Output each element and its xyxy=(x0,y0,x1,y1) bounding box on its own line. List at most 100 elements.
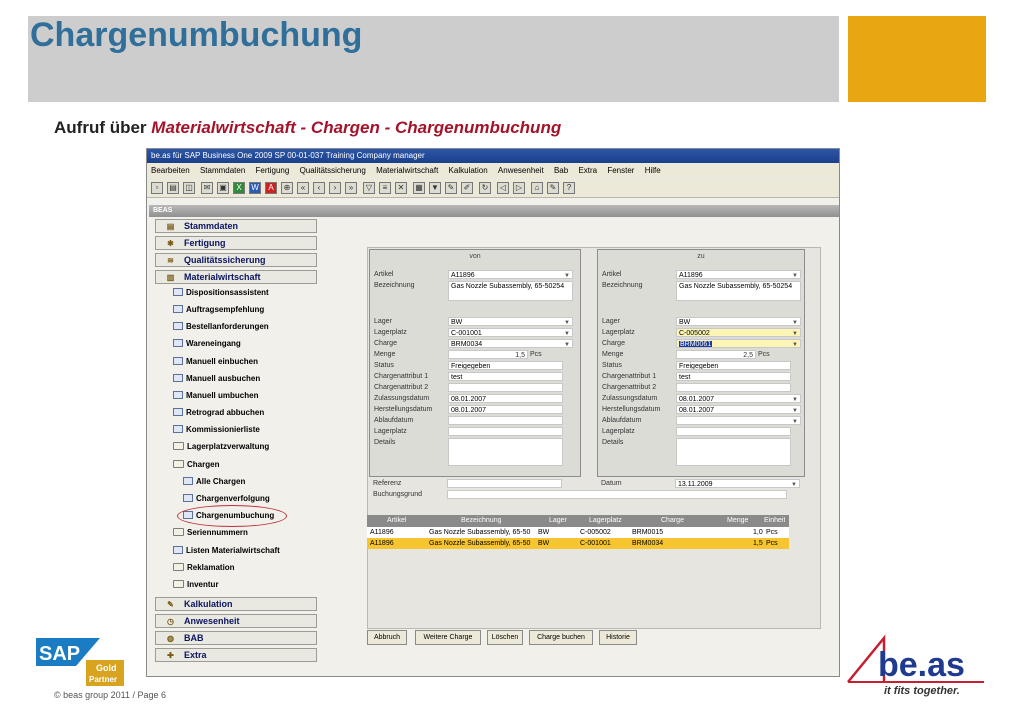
zu-lager-field[interactable]: BW ▼ xyxy=(676,317,801,326)
col-bezeichnung[interactable]: Bezeichnung xyxy=(461,515,501,526)
nav-manuell-umbuchen[interactable]: Manuell umbuchen xyxy=(173,390,258,402)
nav-chargen[interactable]: Chargen xyxy=(173,459,219,471)
loeschen-button[interactable]: Löschen xyxy=(487,630,523,645)
pen-icon[interactable]: ✐ xyxy=(461,182,473,194)
abbruch-button[interactable]: Abbruch xyxy=(367,630,407,645)
menu-extra[interactable]: Extra xyxy=(578,166,597,175)
zu-artikel-field[interactable]: A11896 ▼ xyxy=(676,270,801,279)
von-lagerplatz2-field[interactable] xyxy=(448,427,563,436)
datum-field[interactable]: 13.11.2009 ▼ xyxy=(675,479,800,488)
pencil-icon[interactable]: ✎ xyxy=(547,182,559,194)
zu-charge-field[interactable]: BRM0061 ▼ xyxy=(676,339,801,348)
menu-kalkulation[interactable]: Kalkulation xyxy=(449,166,488,175)
weitere-charge-button[interactable]: Weitere Charge xyxy=(415,630,481,645)
print-icon[interactable]: ▤ xyxy=(167,182,179,194)
menu-stammdaten[interactable]: Stammdaten xyxy=(200,166,245,175)
menu-materialwirtschaft[interactable]: Materialwirtschaft xyxy=(376,166,438,175)
pdf-icon[interactable]: A xyxy=(265,182,277,194)
zu-details-field[interactable] xyxy=(676,438,791,466)
col-charge[interactable]: Charge xyxy=(661,515,684,526)
nav-kommissionierliste[interactable]: Kommissionierliste xyxy=(173,424,260,436)
zu-ablauf-field[interactable]: ▼ xyxy=(676,416,801,425)
save-icon[interactable]: ▣ xyxy=(217,182,229,194)
filter2-icon[interactable]: ▼ xyxy=(429,182,441,194)
nav-stammdaten[interactable]: ▤ Stammdaten xyxy=(155,219,317,233)
forward-icon[interactable]: ▷ xyxy=(513,182,525,194)
nav-fertigung[interactable]: ✱ Fertigung xyxy=(155,236,317,250)
nav-wareneingang[interactable]: Wareneingang xyxy=(173,338,241,350)
col-lager[interactable]: Lager xyxy=(549,515,567,526)
table-row[interactable]: A11896 Gas Nozzle Subassembly, 65-50 BW … xyxy=(367,538,789,549)
nav-bestellanforderungen[interactable]: Bestellanforderungen xyxy=(173,321,269,333)
von-charge-field[interactable]: BRM0034 ▼ xyxy=(448,339,573,348)
preview-icon[interactable]: ◫ xyxy=(183,182,195,194)
nav-kalkulation[interactable]: ✎ Kalkulation xyxy=(155,597,317,611)
col-einheit[interactable]: Einheit xyxy=(764,515,785,526)
first-record-icon[interactable]: « xyxy=(297,182,309,194)
von-lagerplatz-field[interactable]: C-001001 ▼ xyxy=(448,328,573,337)
historie-button[interactable]: Historie xyxy=(599,630,637,645)
zu-herstellung-field[interactable]: 08.01.2007 ▼ xyxy=(676,405,801,414)
charge-buchen-button[interactable]: Charge buchen xyxy=(529,630,593,645)
nav-materialwirtschaft[interactable]: ▥ Materialwirtschaft xyxy=(155,270,317,284)
nav-bab[interactable]: ◍ BAB xyxy=(155,631,317,645)
nav-listen-materialwirtschaft[interactable]: Listen Materialwirtschaft xyxy=(173,545,280,557)
next-record-icon[interactable]: › xyxy=(329,182,341,194)
nav-auftragsempfehlung[interactable]: Auftragsempfehlung xyxy=(173,304,264,316)
col-artikel[interactable]: Artikel xyxy=(387,515,406,526)
nav-manuell-ausbuchen[interactable]: Manuell ausbuchen xyxy=(173,373,260,385)
von-lager-field[interactable]: BW ▼ xyxy=(448,317,573,326)
nav-reklamation[interactable]: Reklamation xyxy=(173,562,235,574)
nav-dispositionsassistent[interactable]: Dispositionsassistent xyxy=(173,287,269,299)
chart-icon[interactable]: ▦ xyxy=(413,182,425,194)
nav-qualitaetssicherung[interactable]: ≋ Qualitätssicherung xyxy=(155,253,317,267)
zu-attr2-field[interactable] xyxy=(676,383,791,392)
excel-icon[interactable]: X xyxy=(233,182,245,194)
zu-attr1-field[interactable]: test xyxy=(676,372,791,381)
edit-icon[interactable]: ✎ xyxy=(445,182,457,194)
menu-fertigung[interactable]: Fertigung xyxy=(256,166,290,175)
zu-bezeichnung-field[interactable]: Gas Nozzle Subassembly, 65-50254 xyxy=(676,281,801,301)
menu-bearbeiten[interactable]: Bearbeiten xyxy=(151,166,190,175)
nav-extra[interactable]: ✚ Extra xyxy=(155,648,317,662)
zu-zulassung-field[interactable]: 08.01.2007 ▼ xyxy=(676,394,801,403)
new-doc-icon[interactable]: ▫ xyxy=(151,182,163,194)
menu-hilfe[interactable]: Hilfe xyxy=(645,166,661,175)
von-ablauf-field[interactable] xyxy=(448,416,563,425)
help-icon[interactable]: ? xyxy=(563,182,575,194)
von-menge-field[interactable]: 1,5 xyxy=(448,350,528,359)
von-attr2-field[interactable] xyxy=(448,383,563,392)
attach-icon[interactable]: ⌂ xyxy=(531,182,543,194)
sort-icon[interactable]: ≡ xyxy=(379,182,391,194)
von-bezeichnung-field[interactable]: Gas Nozzle Subassembly, 65-50254 xyxy=(448,281,573,301)
word-icon[interactable]: W xyxy=(249,182,261,194)
menu-bab[interactable]: Bab xyxy=(554,166,568,175)
von-zulassung-field[interactable]: 08.01.2007 xyxy=(448,394,563,403)
menu-anwesenheit[interactable]: Anwesenheit xyxy=(498,166,544,175)
prev-record-icon[interactable]: ‹ xyxy=(313,182,325,194)
refresh-icon[interactable]: ↻ xyxy=(479,182,491,194)
menu-qualitaetssicherung[interactable]: Qualitätssicherung xyxy=(300,166,366,175)
von-details-field[interactable] xyxy=(448,438,563,466)
find-icon[interactable]: ⊕ xyxy=(281,182,293,194)
cut-icon[interactable]: ✕ xyxy=(395,182,407,194)
filter-icon[interactable]: ▽ xyxy=(363,182,375,194)
von-attr1-field[interactable]: test xyxy=(448,372,563,381)
von-herstellung-field[interactable]: 08.01.2007 xyxy=(448,405,563,414)
buchungsgrund-field[interactable] xyxy=(447,490,787,499)
menu-fenster[interactable]: Fenster xyxy=(607,166,634,175)
zu-lagerplatz-field[interactable]: C-005002 ▼ xyxy=(676,328,801,337)
nav-alle-chargen[interactable]: Alle Chargen xyxy=(183,476,245,488)
nav-seriennummern[interactable]: Seriennummern xyxy=(173,527,248,539)
referenz-field[interactable] xyxy=(447,479,562,488)
email-icon[interactable]: ✉ xyxy=(201,182,213,194)
nav-manuell-einbuchen[interactable]: Manuell einbuchen xyxy=(173,356,258,368)
nav-retrograd-abbuchen[interactable]: Retrograd abbuchen xyxy=(173,407,264,419)
von-artikel-field[interactable]: A11896 ▼ xyxy=(448,270,573,279)
nav-lagerplatzverwaltung[interactable]: Lagerplatzverwaltung xyxy=(173,441,269,453)
nav-anwesenheit[interactable]: ◷ Anwesenheit xyxy=(155,614,317,628)
zu-menge-field[interactable]: 2,5 xyxy=(676,350,756,359)
col-menge[interactable]: Menge xyxy=(727,515,748,526)
nav-chargenverfolgung[interactable]: Chargenverfolgung xyxy=(183,493,270,505)
nav-inventur[interactable]: Inventur xyxy=(173,579,219,591)
